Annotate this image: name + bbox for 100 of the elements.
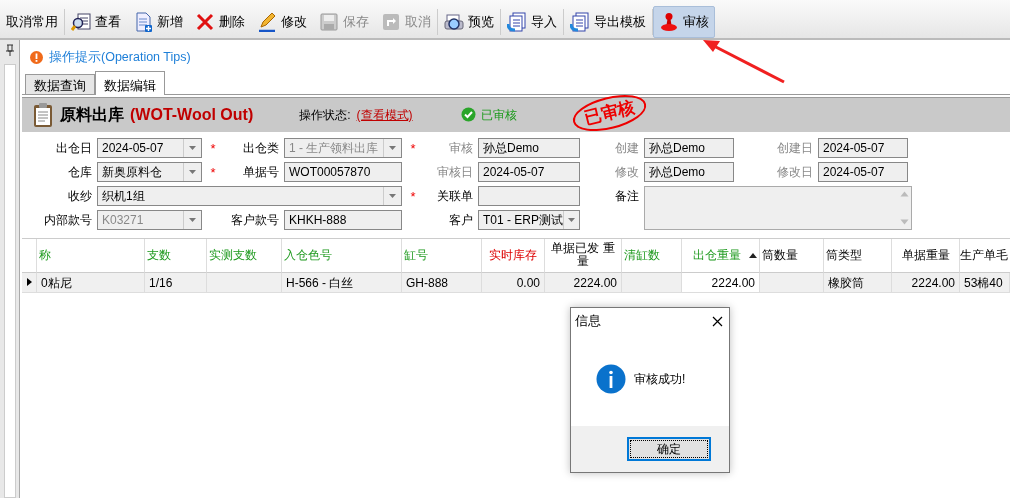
- text-field[interactable]: WOT00057870: [284, 161, 402, 182]
- dropdown-caret-icon: [188, 144, 197, 151]
- column-header[interactable]: 实测支数: [207, 238, 282, 273]
- field-label: 客户: [448, 211, 474, 229]
- field-label: 出仓日: [55, 139, 93, 157]
- field-label: 修改日: [776, 163, 814, 181]
- field-label: 收纱: [67, 187, 93, 205]
- text-field[interactable]: KHKH-888: [284, 209, 402, 230]
- text-field[interactable]: 2024-05-07: [478, 161, 580, 182]
- text-field[interactable]: 2024-05-07: [818, 161, 908, 182]
- tab[interactable]: 数据查询: [25, 73, 95, 94]
- field-label: 仓库: [67, 163, 93, 181]
- column-header[interactable]: 单据已发 重量: [545, 238, 622, 273]
- toolbar-button[interactable]: 新增: [127, 6, 189, 38]
- toolbar-button[interactable]: 预览: [438, 6, 500, 38]
- header-corner: [22, 238, 37, 273]
- toolbar-button[interactable]: 导出模板: [564, 6, 652, 38]
- column-header[interactable]: 单据重量: [892, 238, 960, 273]
- page-code: (WOT-Wool Out): [130, 104, 254, 125]
- field-label: 备注: [614, 187, 640, 205]
- text-field[interactable]: 孙总Demo: [644, 161, 734, 182]
- new-document-icon: [133, 12, 153, 32]
- required-mark: *: [409, 139, 417, 158]
- pin-icon: [4, 44, 15, 56]
- text-field[interactable]: 2024-05-07: [818, 137, 908, 158]
- tab[interactable]: 数据编辑: [95, 70, 165, 95]
- documents-arrow-icon: [507, 12, 527, 32]
- dropdown-caret-icon: [188, 216, 197, 223]
- field-label: 内部款号: [43, 211, 93, 229]
- toolbar-button[interactable]: 审核: [653, 6, 715, 38]
- table-cell: 2224.00: [892, 272, 960, 293]
- field-label: 单据号: [242, 163, 280, 181]
- pencil-icon: [257, 12, 277, 32]
- dialog-title: 信息: [575, 313, 601, 331]
- row-pointer-icon: [26, 278, 32, 287]
- text-field[interactable]: 孙总Demo: [644, 137, 734, 158]
- field-label: 出仓类: [242, 139, 280, 157]
- toolbar-button[interactable]: 导入: [501, 6, 563, 38]
- field-label: 客户款号: [230, 211, 280, 229]
- field-label: 审核: [448, 139, 474, 157]
- warning-icon: [30, 50, 43, 64]
- tips-link[interactable]: 操作提示(Operation Tips): [49, 48, 191, 67]
- printer-magnifier-icon: [444, 12, 464, 32]
- check-icon: [460, 107, 476, 123]
- field-label: 创建: [614, 139, 640, 157]
- column-header[interactable]: 清缸数: [622, 238, 682, 273]
- text-field[interactable]: 孙总Demo: [478, 137, 580, 158]
- info-icon: [596, 364, 626, 394]
- column-header[interactable]: 入仓色号: [282, 238, 402, 273]
- toolbar-button[interactable]: 修改: [251, 6, 313, 38]
- toolbar-button[interactable]: 查看: [65, 6, 127, 38]
- dropdown-field[interactable]: 2024-05-07: [97, 137, 202, 158]
- field-label: 审核日: [436, 163, 474, 181]
- close-icon: [712, 316, 723, 328]
- dialog-message: 审核成功!: [634, 371, 686, 388]
- status-label: 操作状态:: [299, 106, 351, 124]
- dropdown-field[interactable]: 织机1组: [97, 185, 402, 206]
- documents-arrow-icon: [570, 12, 590, 32]
- field-label: 修改: [614, 163, 640, 181]
- column-header[interactable]: 出仓重量: [682, 238, 760, 273]
- page-title: 原料出库: [60, 104, 124, 125]
- table-cell: 橡胶筒: [824, 272, 892, 293]
- table-cell: [760, 272, 824, 293]
- required-mark: *: [209, 139, 217, 158]
- dropdown-caret-icon: [567, 216, 576, 223]
- field-label: 创建日: [776, 139, 814, 157]
- dropdown-caret-icon: [188, 168, 197, 175]
- dropdown-caret-icon: [388, 144, 397, 151]
- column-header[interactable]: 筒数量: [760, 238, 824, 273]
- column-header[interactable]: 实时库存: [482, 238, 545, 273]
- table-cell: 1/16: [145, 272, 207, 293]
- column-header[interactable]: 称: [37, 238, 145, 273]
- dropdown-field[interactable]: T01 - ERP测试: [478, 209, 580, 230]
- required-mark: *: [409, 187, 417, 206]
- dropdown-field[interactable]: 新奥原料仓: [97, 161, 202, 182]
- delete-icon: [195, 12, 215, 32]
- column-header[interactable]: 支数: [145, 238, 207, 273]
- scroll-up-icon: [899, 190, 909, 197]
- table-cell: [622, 272, 682, 293]
- memo-field[interactable]: [644, 185, 912, 230]
- toolbar-button[interactable]: 取消常用: [0, 6, 64, 38]
- ok-button[interactable]: 确定: [627, 437, 711, 461]
- dropdown-caret-icon: [388, 192, 397, 199]
- table-cell: 0.00: [482, 272, 545, 293]
- field-label: 关联单: [436, 187, 474, 205]
- table-cell: 2224.00: [545, 272, 622, 293]
- column-header[interactable]: 缸号: [402, 238, 482, 273]
- table-cell: 0粘尼: [37, 272, 145, 293]
- mode-link[interactable]: (查看模式): [356, 105, 413, 124]
- table-cell: H-566 - 白丝: [282, 272, 402, 293]
- table-cell[interactable]: 2224.00: [682, 272, 760, 293]
- text-field[interactable]: [478, 185, 580, 206]
- stamp-icon: [659, 12, 679, 32]
- column-header[interactable]: 筒类型: [824, 238, 892, 273]
- toolbar-button[interactable]: 删除: [189, 6, 251, 38]
- scroll-down-icon: [899, 218, 909, 225]
- status-text: 已审核: [480, 106, 517, 124]
- magnifier-document-icon: [71, 12, 91, 32]
- required-mark: *: [209, 163, 217, 182]
- sort-ascending-icon: [749, 252, 757, 258]
